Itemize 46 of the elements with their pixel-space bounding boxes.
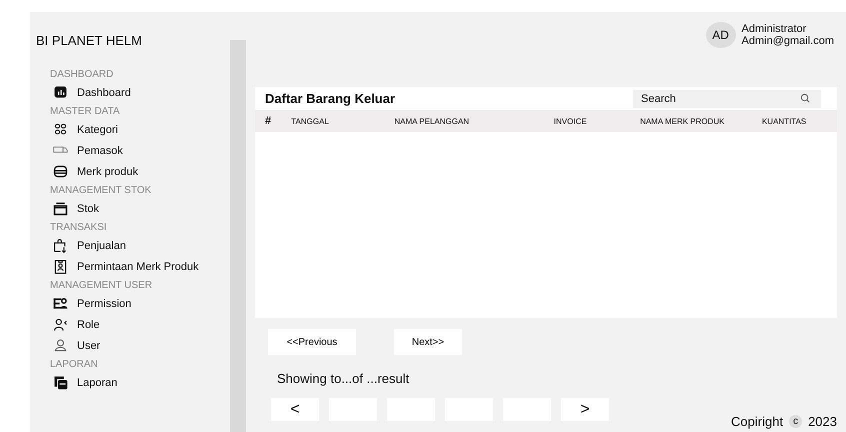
sidebar-item[interactable]: Role xyxy=(77,318,100,330)
user-email: Admin@gmail.com xyxy=(742,35,834,47)
user-name: Administrator xyxy=(742,23,808,35)
sidebar-item[interactable]: Kategori xyxy=(77,124,118,136)
avatar: AD xyxy=(706,22,736,48)
sidebar-item[interactable]: Laporan xyxy=(77,376,118,388)
sidebar-item[interactable]: Penjualan xyxy=(77,240,126,252)
column-header: NAMA PELANGGAN xyxy=(394,116,470,126)
box-icon xyxy=(52,200,69,217)
column-header: NAMA MERK PRODUK xyxy=(640,116,726,126)
panel-title: Daftar Barang Keluar xyxy=(265,91,396,106)
copyright-mark: c xyxy=(789,415,802,428)
column-header: KUANTITAS xyxy=(762,116,808,126)
page-nav-button[interactable]: Next>> xyxy=(394,329,462,355)
page-arrow-button[interactable]: > xyxy=(561,398,609,421)
page-nav-button[interactable]: <<Previous xyxy=(268,329,356,355)
people-icon xyxy=(52,316,69,333)
user-icon xyxy=(52,337,69,354)
section-heading: MANAGEMENT STOK xyxy=(50,185,152,196)
result-summary: Showing to...of ...result xyxy=(277,371,410,386)
sidebar-item[interactable]: Permission xyxy=(77,298,132,310)
sidebar-item[interactable]: Dashboard xyxy=(77,86,131,98)
search-icon xyxy=(800,92,811,104)
copyright-text: Copiright xyxy=(731,414,784,429)
brand-title: BI PLANET HELM xyxy=(36,32,142,48)
column-header: TANGGAL xyxy=(291,116,330,126)
page-arrow-button[interactable]: < xyxy=(271,398,319,421)
documents-icon xyxy=(52,374,69,391)
database-icon xyxy=(52,163,69,180)
copyright-year: 2023 xyxy=(808,414,837,429)
sidebar-item[interactable]: Stok xyxy=(77,202,100,214)
section-heading: MANAGEMENT USER xyxy=(50,280,154,291)
column-header: INVOICE xyxy=(554,116,588,126)
sidebar-item[interactable]: User xyxy=(77,340,100,352)
column-header: # xyxy=(265,115,272,127)
sidebar-item[interactable]: Merk produk xyxy=(77,166,138,178)
section-heading: MASTER DATA xyxy=(50,106,121,117)
badge-icon xyxy=(52,258,69,275)
sidebar-item[interactable]: Pemasok xyxy=(77,144,123,156)
bag-icon xyxy=(52,237,69,254)
search-field[interactable]: Search xyxy=(633,90,821,108)
sidebar-item[interactable]: Permintaan Merk Produk xyxy=(77,260,199,272)
section-heading: TRANSAKSI xyxy=(50,222,108,233)
section-heading: DASHBOARD xyxy=(50,69,114,80)
section-heading: LAPORAN xyxy=(50,359,99,370)
scrollbar[interactable] xyxy=(230,40,246,432)
